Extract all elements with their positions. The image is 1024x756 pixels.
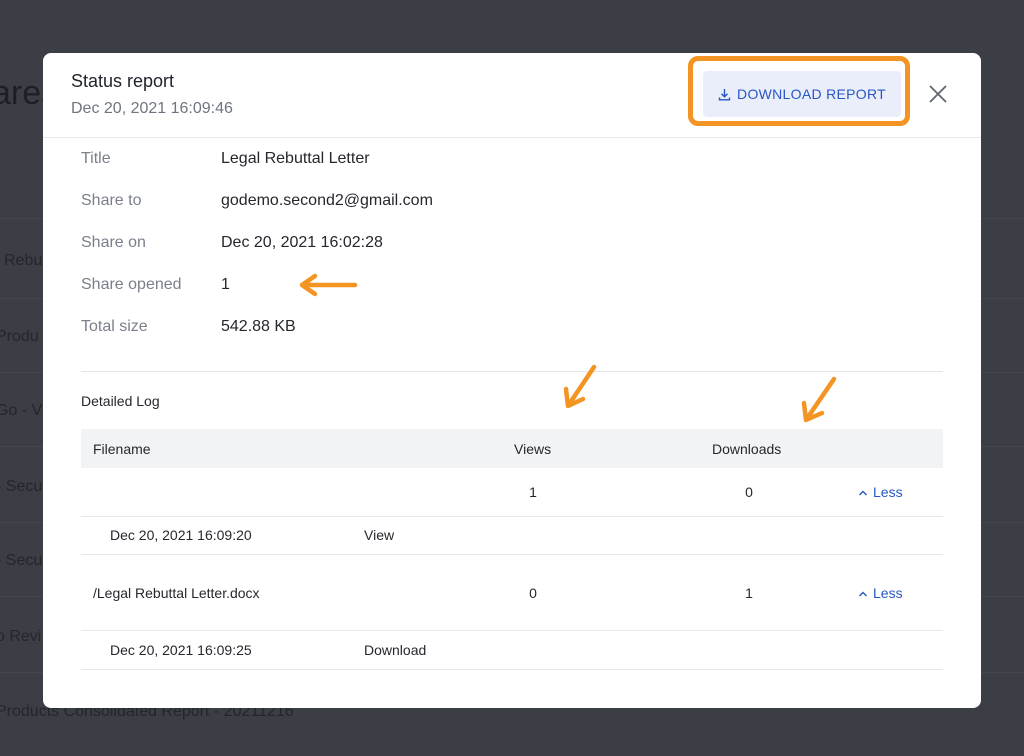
event-time-cell: Dec 20, 2021 16:09:25	[110, 642, 252, 658]
file-views-cell: 0	[529, 585, 537, 601]
section-divider	[81, 371, 943, 372]
file-downloads-cell: 0	[745, 484, 753, 500]
report-timestamp: Dec 20, 2021 16:09:46	[71, 100, 233, 117]
filename-column-header: Filename	[93, 441, 151, 457]
dialog-header: Status report Dec 20, 2021 16:09:46 DOWN…	[43, 53, 981, 138]
total-size-value: 542.88 KB	[221, 318, 296, 335]
annotation-arrow-icon	[563, 364, 597, 409]
share-on-label: Share on	[81, 234, 146, 251]
background-list-item: Go - V	[0, 402, 43, 419]
background-list-item: - Secu	[0, 478, 43, 495]
file-downloads-cell: 1	[745, 585, 753, 601]
less-toggle-link[interactable]: Less	[858, 484, 903, 500]
less-toggle-label: Less	[873, 585, 903, 601]
dialog-title: Status report	[71, 71, 175, 91]
background-list-item: - Secu	[0, 552, 43, 569]
annotation-arrow-icon	[299, 273, 358, 297]
total-size-label: Total size	[81, 318, 148, 335]
chevron-up-icon	[858, 585, 868, 601]
share-opened-label: Share opened	[81, 276, 182, 293]
views-column-header: Views	[514, 441, 552, 457]
share-to-value: godemo.second2@gmail.com	[221, 192, 433, 209]
row-divider	[81, 516, 943, 517]
downloads-column-header: Downloads	[712, 441, 782, 457]
event-action-cell: View	[364, 527, 395, 543]
chevron-up-icon	[858, 484, 868, 500]
background-list-item: o Revi	[0, 628, 42, 645]
title-value: Legal Rebuttal Letter	[221, 150, 370, 167]
less-toggle-label: Less	[873, 484, 903, 500]
row-divider	[81, 554, 943, 555]
event-time-cell: Dec 20, 2021 16:09:20	[110, 527, 252, 543]
annotation-arrow-icon	[801, 376, 837, 423]
row-divider	[81, 630, 943, 631]
download-icon	[718, 88, 731, 101]
less-toggle-link[interactable]: Less	[858, 585, 903, 601]
title-label: Title	[81, 150, 111, 167]
share-on-value: Dec 20, 2021 16:02:28	[221, 234, 383, 251]
share-to-label: Share to	[81, 192, 142, 209]
file-name-cell: /Legal Rebuttal Letter.docx	[93, 585, 260, 601]
status-report-dialog: Status report Dec 20, 2021 16:09:46 DOWN…	[43, 53, 981, 708]
event-action-cell: Download	[364, 642, 427, 658]
close-icon[interactable]	[925, 81, 951, 107]
file-views-cell: 1	[529, 484, 537, 500]
row-divider	[81, 669, 943, 670]
download-report-button[interactable]: DOWNLOAD REPORT	[703, 71, 901, 117]
log-table-header: Filename Views Downloads	[81, 429, 943, 468]
share-opened-value: 1	[221, 276, 230, 293]
background-list-item: Produ	[0, 328, 39, 345]
detailed-log-heading: Detailed Log	[81, 393, 160, 409]
download-report-label: DOWNLOAD REPORT	[737, 86, 886, 102]
